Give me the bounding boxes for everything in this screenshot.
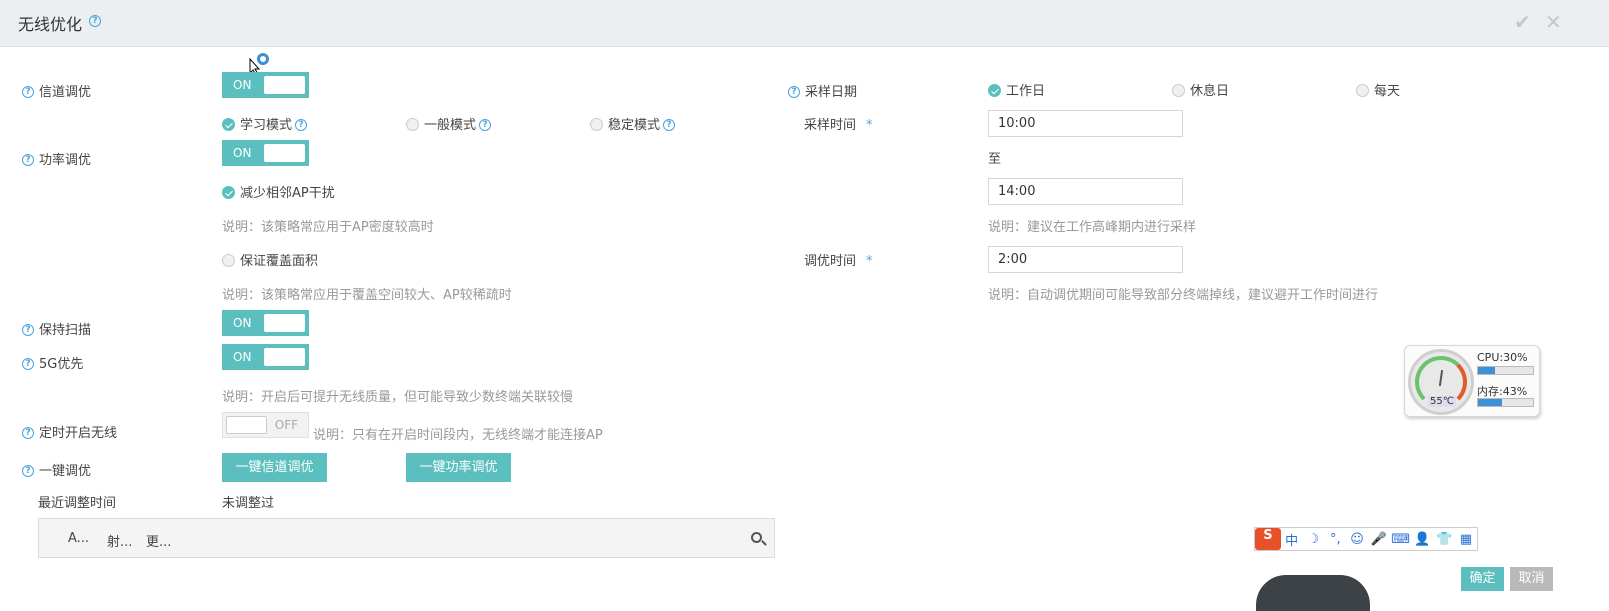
radio-checked-icon xyxy=(222,118,235,131)
column-header[interactable]: A... xyxy=(68,531,89,546)
close-icon[interactable]: ✕ xyxy=(1545,12,1562,32)
help-icon[interactable]: ? xyxy=(22,323,34,336)
shirt-icon[interactable]: 👕 xyxy=(1433,532,1455,547)
date-workday-radio[interactable]: 工作日 xyxy=(988,80,1045,99)
help-icon[interactable]: ? xyxy=(22,464,34,477)
cursor-busy-icon xyxy=(257,53,269,65)
mode-stable-radio[interactable]: 稳定模式? xyxy=(590,114,676,133)
memory-label: 内存:43% xyxy=(1477,385,1528,398)
tune-time-label: 调优时间 * xyxy=(804,254,873,269)
to-label: 至 xyxy=(988,152,1002,167)
cpu-bar xyxy=(1477,366,1534,375)
ime-toolbar[interactable]: S 中 ☽ °, ☺ 🎤 ⌨ 👤 👕 ▦ xyxy=(1254,527,1478,551)
help-icon[interactable]: ? xyxy=(89,15,101,27)
scheduled-wireless-label: ? 定时开启无线 xyxy=(22,422,117,441)
radio-icon xyxy=(590,118,603,131)
sampling-end-input[interactable] xyxy=(988,178,1183,205)
power-tuning-toggle[interactable]: ON xyxy=(222,140,309,166)
last-adjust-label: 最近调整时间 xyxy=(38,496,117,511)
help-icon: ? xyxy=(295,118,308,131)
system-monitor-widget[interactable]: 55℃ CPU:30% 内存:43% xyxy=(1404,345,1540,417)
scheduled-wireless-note: 说明：只有在开启时间段内，无线终端才能连接AP xyxy=(313,428,603,443)
network-widget xyxy=(1256,575,1370,611)
ensure-coverage-radio[interactable]: 保证覆盖面积 xyxy=(222,250,318,269)
column-header[interactable]: 射... xyxy=(107,531,132,550)
cancel-button[interactable]: 取消 xyxy=(1510,567,1553,591)
search-icon[interactable] xyxy=(751,532,762,543)
chinese-mode-icon[interactable]: 中 xyxy=(1281,530,1303,549)
memory-bar xyxy=(1477,398,1534,407)
one-click-power-button[interactable]: 一键功率调优 xyxy=(406,453,511,482)
user-icon[interactable]: 👤 xyxy=(1412,532,1434,547)
punctuation-icon[interactable]: °, xyxy=(1324,532,1346,547)
sampling-note: 说明：建议在工作高峰期内进行采样 xyxy=(988,220,1197,235)
one-click-label: ? 一键调优 xyxy=(22,460,91,479)
moon-icon[interactable]: ☽ xyxy=(1303,532,1325,547)
mode-learning-radio[interactable]: 学习模式? xyxy=(222,114,308,133)
prefer-5g-note: 说明：开启后可提升无线质量，但可能导致少数终端关联较慢 xyxy=(222,390,574,405)
help-icon[interactable]: ? xyxy=(22,357,34,370)
microphone-icon[interactable]: 🎤 xyxy=(1368,532,1390,547)
help-icon[interactable]: ? xyxy=(22,426,34,439)
keep-scan-label: ? 保持扫描 xyxy=(22,319,91,338)
dialog-header: 无线优化 ? ✔ ✕ xyxy=(0,0,1609,47)
keyboard-icon[interactable]: ⌨ xyxy=(1390,532,1412,547)
scheduled-wireless-toggle[interactable]: OFF xyxy=(222,412,309,438)
tune-time-note: 说明：自动调优期间可能导致部分终端掉线，建议避开工作时间进行 xyxy=(988,288,1379,303)
sogou-logo-icon[interactable]: S xyxy=(1255,528,1281,550)
gauge-icon: 55℃ xyxy=(1408,349,1474,415)
radio-icon xyxy=(1172,84,1185,97)
sampling-date-label: ? 采样日期 xyxy=(788,81,857,100)
sampling-time-label: 采样时间 * xyxy=(804,118,873,133)
check-icon[interactable]: ✔ xyxy=(1514,12,1531,32)
channel-tuning-label: ? 信道调优 xyxy=(22,81,91,100)
one-click-channel-button[interactable]: 一键信道调优 xyxy=(222,453,327,482)
page-title: 无线优化 xyxy=(18,15,83,34)
radio-icon xyxy=(222,254,235,267)
keep-scan-toggle[interactable]: ON xyxy=(222,310,309,336)
ensure-coverage-note: 说明：该策略常应用于覆盖空间较大、AP较稀疏时 xyxy=(222,288,512,303)
mode-normal-radio[interactable]: 一般模式? xyxy=(406,114,492,133)
sampling-start-input[interactable] xyxy=(988,110,1183,137)
column-header[interactable]: 更... xyxy=(146,531,171,550)
help-icon: ? xyxy=(479,118,492,131)
temperature-value: 55℃ xyxy=(1428,396,1456,407)
grid-icon[interactable]: ▦ xyxy=(1455,532,1477,547)
help-icon[interactable]: ? xyxy=(22,153,34,166)
help-icon[interactable]: ? xyxy=(788,85,800,98)
radio-checked-icon xyxy=(222,186,235,199)
cpu-label: CPU:30% xyxy=(1477,351,1528,364)
date-rest-radio[interactable]: 休息日 xyxy=(1172,80,1229,99)
help-icon[interactable]: ? xyxy=(22,85,34,98)
reduce-interference-note: 说明：该策略常应用于AP密度较高时 xyxy=(222,220,434,235)
table-header: A... 射... 更... xyxy=(38,518,775,558)
prefer-5g-toggle[interactable]: ON xyxy=(222,344,309,370)
tune-time-input[interactable] xyxy=(988,246,1183,273)
radio-icon xyxy=(406,118,419,131)
radio-checked-icon xyxy=(988,84,1001,97)
last-adjust-value: 未调整过 xyxy=(222,496,275,511)
channel-tuning-toggle[interactable]: ON xyxy=(222,72,309,98)
prefer-5g-label: ? 5G优先 xyxy=(22,353,83,372)
confirm-button[interactable]: 确定 xyxy=(1461,567,1504,591)
help-icon: ? xyxy=(663,118,676,131)
reduce-interference-radio[interactable]: 减少相邻AP干扰 xyxy=(222,182,335,201)
date-everyday-radio[interactable]: 每天 xyxy=(1356,80,1400,99)
emoji-icon[interactable]: ☺ xyxy=(1346,532,1368,547)
radio-icon xyxy=(1356,84,1369,97)
power-tuning-label: ? 功率调优 xyxy=(22,149,91,168)
